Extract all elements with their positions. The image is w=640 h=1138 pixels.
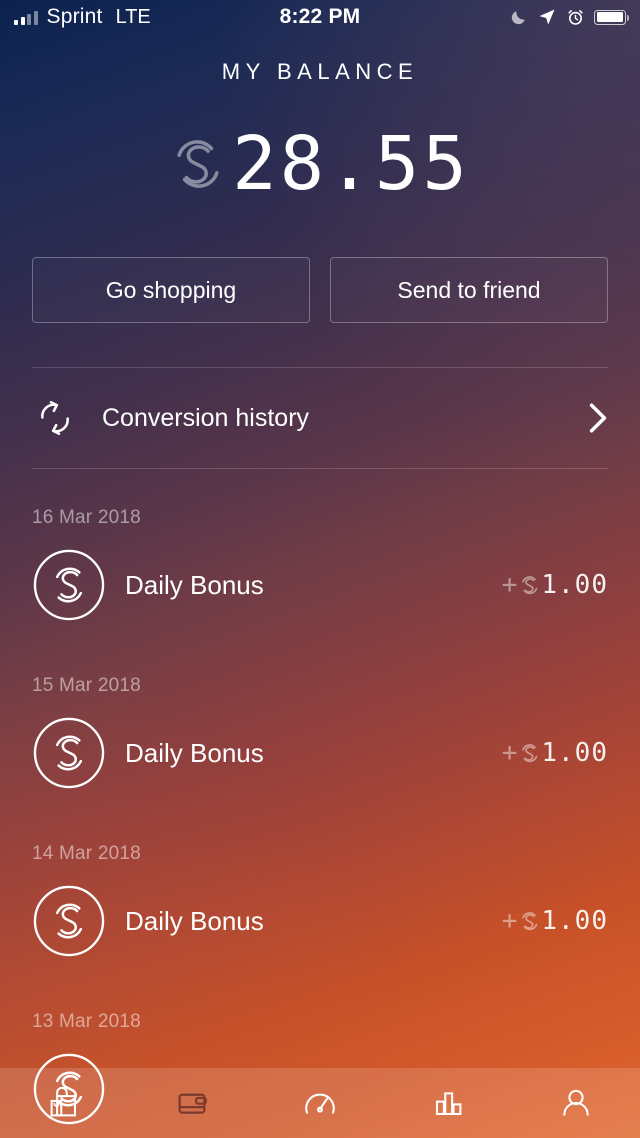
tab-wallet[interactable] bbox=[128, 1068, 256, 1138]
balance-display: 28.55 bbox=[0, 127, 640, 201]
status-bar-left: Sprint LTE bbox=[14, 5, 151, 29]
sweatcoin-coin-icon bbox=[33, 549, 105, 621]
conversion-history-label: Conversion history bbox=[102, 403, 310, 432]
wallet-icon bbox=[178, 1093, 207, 1114]
table-row[interactable]: Daily Bonus + 1.00 bbox=[32, 701, 608, 805]
carrier-label: Sprint bbox=[46, 5, 103, 28]
transaction-date: 16 Mar 2018 bbox=[32, 507, 141, 528]
person-icon bbox=[563, 1089, 589, 1116]
bar-chart-icon bbox=[435, 1092, 462, 1116]
sweatcoin-symbol-icon bbox=[522, 744, 538, 763]
transaction-name: Daily Bonus bbox=[125, 737, 264, 768]
moon-icon bbox=[511, 10, 525, 24]
sweatcoin-coin-icon bbox=[33, 885, 105, 957]
table-row[interactable]: Daily Bonus + 1.00 bbox=[32, 533, 608, 637]
shopping-bag-icon bbox=[50, 1086, 77, 1117]
chevron-right-icon[interactable] bbox=[588, 402, 608, 434]
battery-icon bbox=[594, 9, 630, 25]
conversion-history-row[interactable]: Conversion history bbox=[0, 368, 640, 468]
alarm-clock-icon bbox=[568, 9, 583, 25]
status-bar-right bbox=[509, 7, 630, 27]
page-title: MY BALANCE bbox=[221, 59, 419, 84]
transaction-group: 14 Mar 2018 Daily Bonus + 1.00 bbox=[32, 805, 608, 973]
sync-arrows-icon bbox=[41, 400, 69, 436]
send-to-friend-button[interactable]: Send to friend bbox=[330, 257, 608, 323]
tab-profile[interactable] bbox=[512, 1068, 640, 1138]
transaction-name: Daily Bonus bbox=[125, 905, 264, 936]
transaction-date: 14 Mar 2018 bbox=[32, 843, 141, 864]
tab-activity[interactable] bbox=[256, 1068, 384, 1138]
amount-value: 1.00 bbox=[541, 738, 608, 768]
amount-value: 1.00 bbox=[541, 570, 608, 600]
transaction-amount: + 1.00 bbox=[502, 570, 608, 600]
amount-sign: + bbox=[501, 570, 519, 600]
go-shopping-button[interactable]: Go shopping bbox=[32, 257, 310, 323]
tab-stats[interactable] bbox=[384, 1068, 512, 1138]
transaction-group: 16 Mar 2018 Daily Bonus + 1.00 bbox=[32, 469, 608, 637]
sweatcoin-symbol-icon bbox=[177, 140, 219, 188]
transaction-name: Daily Bonus bbox=[125, 569, 264, 600]
amount-sign: + bbox=[501, 906, 519, 936]
table-row[interactable]: Daily Bonus + 1.00 bbox=[32, 869, 608, 973]
amount-value: 1.00 bbox=[541, 906, 608, 936]
transaction-group: 15 Mar 2018 Daily Bonus + 1.00 bbox=[32, 637, 608, 805]
sweatcoin-coin-icon bbox=[33, 717, 105, 789]
transaction-date: 15 Mar 2018 bbox=[32, 675, 141, 696]
app-screen: Sprint LTE 8:22 PM MY BALANCE 28.55 Go s… bbox=[0, 0, 640, 1138]
tab-shop[interactable] bbox=[0, 1068, 128, 1138]
transaction-amount: + 1.00 bbox=[502, 738, 608, 768]
network-type-label: LTE bbox=[115, 5, 151, 28]
amount-sign: + bbox=[501, 738, 519, 768]
tab-bar bbox=[0, 1068, 640, 1138]
transaction-list: 16 Mar 2018 Daily Bonus + 1.00 15 Mar 20… bbox=[0, 469, 640, 1138]
transaction-date: 13 Mar 2018 bbox=[32, 1011, 141, 1032]
location-arrow-icon bbox=[539, 9, 555, 25]
sweatcoin-symbol-icon bbox=[522, 912, 538, 931]
balance-amount: 28.55 bbox=[232, 121, 470, 207]
signal-bars-icon bbox=[14, 10, 38, 25]
action-buttons: Go shopping Send to friend bbox=[0, 257, 640, 323]
status-bar: Sprint LTE 8:22 PM bbox=[0, 0, 640, 34]
speedometer-icon bbox=[305, 1093, 335, 1114]
transaction-amount: + 1.00 bbox=[502, 906, 608, 936]
sweatcoin-symbol-icon bbox=[522, 576, 538, 595]
